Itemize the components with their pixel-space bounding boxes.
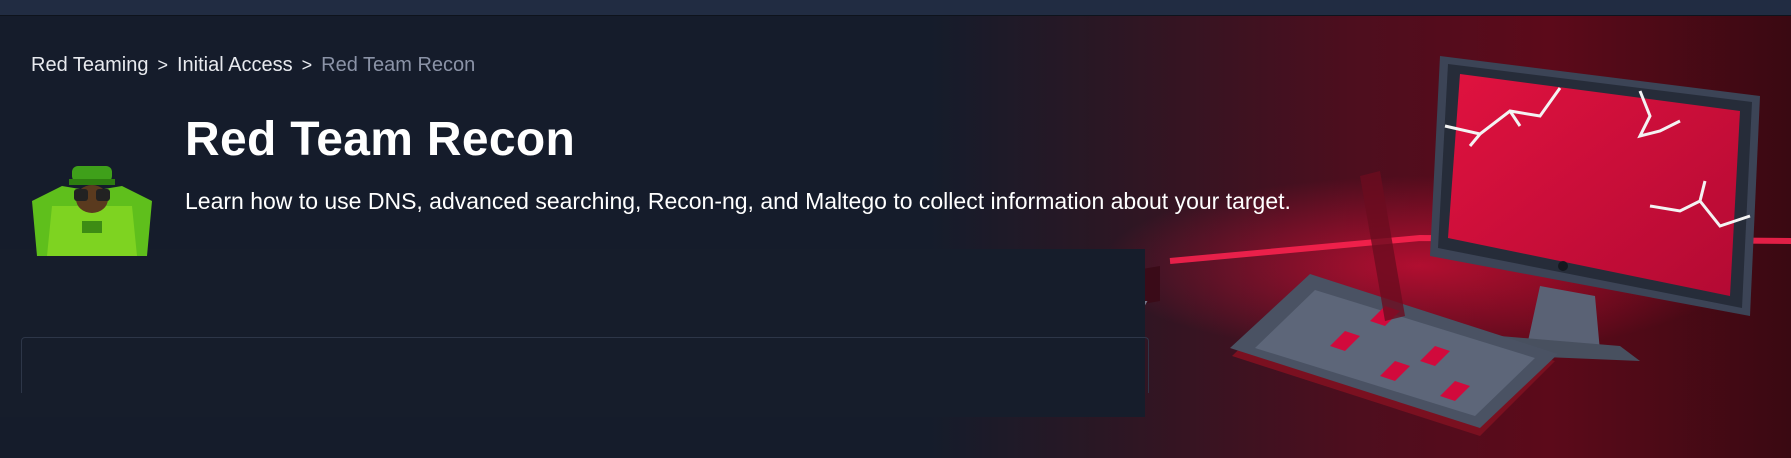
hacker-avatar-icon (32, 166, 152, 256)
room-description: Learn how to use DNS, advanced searching… (185, 188, 1291, 214)
breadcrumb-separator: > (157, 54, 168, 75)
breadcrumb-current: Red Team Recon (321, 53, 476, 76)
page-title: Red Team Recon (185, 113, 576, 166)
breadcrumb-separator: > (301, 54, 313, 75)
content-panel-border (21, 337, 1149, 393)
breadcrumb-item-initial-access[interactable]: Initial Access (177, 54, 293, 77)
top-navbar (0, 0, 1791, 16)
breadcrumb: Red Teaming > Initial Access > Red Team … (31, 52, 475, 78)
breadcrumb-item-red-teaming[interactable]: Red Teaming (31, 54, 148, 77)
